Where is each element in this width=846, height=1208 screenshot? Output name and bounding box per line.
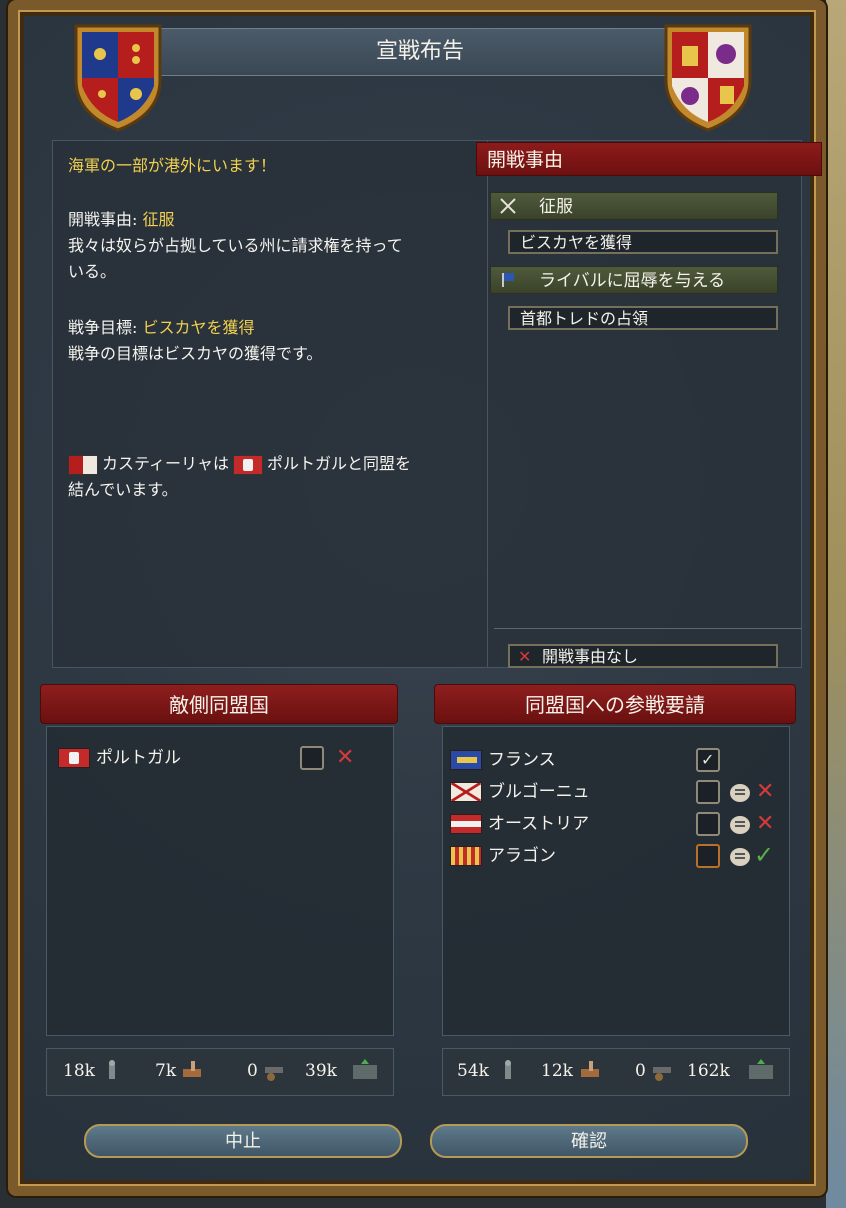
chat-icon bbox=[730, 848, 750, 866]
enemy-cavalry-count: 7k bbox=[155, 1061, 177, 1081]
cancel-button[interactable]: 中止 bbox=[84, 1124, 402, 1158]
ally-name-austria: オーストリア bbox=[488, 814, 590, 834]
burgundy-flag-icon bbox=[450, 782, 482, 802]
casus-belli-desc-2: いる。 bbox=[68, 262, 117, 281]
cb-conquest-ribbon[interactable]: 征服 bbox=[490, 192, 778, 220]
flag-icon bbox=[502, 273, 514, 287]
ally-row-aragon[interactable]: アラゴン ✓ bbox=[450, 842, 780, 870]
castile-coat-of-arms-icon bbox=[664, 24, 752, 132]
friendly-artillery-count: 0 bbox=[635, 1061, 646, 1081]
no-casus-belli-box[interactable]: ✕ 開戦事由なし bbox=[508, 644, 778, 668]
alliance-line-2: 結んでいます。 bbox=[68, 480, 178, 499]
ally-checkbox-burgundy[interactable] bbox=[696, 780, 720, 804]
ally-name-burgundy: ブルゴーニュ bbox=[488, 782, 590, 802]
call-allies-title: 同盟国への参戦要請 bbox=[434, 684, 796, 724]
enemy-army-stats: 18k 7k 0 39k bbox=[46, 1048, 394, 1096]
cb-humiliate-label: ライバルに屈辱を与える bbox=[539, 271, 726, 291]
cavalry-icon bbox=[183, 1061, 201, 1077]
army-total-icon bbox=[353, 1059, 377, 1079]
cb-humiliate-ribbon[interactable]: ライバルに屈辱を与える bbox=[490, 266, 778, 294]
enemy-allies-list bbox=[46, 726, 394, 1036]
friendly-infantry-count: 54k bbox=[457, 1061, 489, 1081]
x-icon: ✕ bbox=[756, 779, 775, 804]
enemy-infantry-count: 18k bbox=[63, 1061, 95, 1081]
portugal-flag-icon bbox=[58, 748, 90, 768]
cb-goal-toledo[interactable]: 首都トレドの占領 bbox=[508, 306, 778, 330]
x-icon: ✕ bbox=[336, 745, 355, 770]
no-cb-label: 開戦事由なし bbox=[542, 647, 639, 666]
enemy-allies-title: 敵側同盟国 bbox=[40, 684, 398, 724]
enemy-total-count: 39k bbox=[305, 1061, 337, 1081]
divider bbox=[494, 628, 802, 629]
no-cb-x-icon: ✕ bbox=[518, 647, 532, 666]
ally-row-austria[interactable]: オーストリア ✕ bbox=[450, 810, 780, 838]
cavalry-icon bbox=[581, 1061, 599, 1077]
war-goal-line: 戦争目標: ビスカヤを獲得 bbox=[68, 318, 255, 337]
enemy-ally-row[interactable]: ポルトガル ✕ bbox=[58, 744, 388, 772]
friendly-total-count: 162k bbox=[687, 1061, 730, 1081]
austria-flag-icon bbox=[450, 814, 482, 834]
ally-checkbox-france[interactable]: ✓ bbox=[696, 748, 720, 772]
castile-flag-icon bbox=[68, 454, 98, 475]
ally-name-france: フランス bbox=[488, 750, 556, 770]
friendly-army-stats: 54k 12k 0 162k bbox=[442, 1048, 790, 1096]
alliance-line-1: カスティーリャは ポルトガルと同盟を bbox=[68, 451, 411, 477]
casus-belli-desc-1: 我々は奴らが占拠している州に請求権を持って bbox=[68, 236, 403, 255]
enemy-ally-name: ポルトガル bbox=[96, 748, 181, 768]
ally-row-burgundy[interactable]: ブルゴーニュ ✕ bbox=[450, 778, 780, 806]
cb-goal-biscay[interactable]: ビスカヤを獲得 bbox=[508, 230, 778, 254]
navy-warning: 海軍の一部が港外にいます！ bbox=[68, 156, 277, 175]
chat-icon bbox=[730, 784, 750, 802]
enemy-artillery-count: 0 bbox=[247, 1061, 258, 1081]
artillery-icon bbox=[653, 1067, 671, 1081]
checkmark-icon: ✓ bbox=[754, 841, 775, 869]
infantry-icon bbox=[109, 1060, 115, 1079]
france-flag-icon bbox=[450, 750, 482, 770]
ally-checkbox-austria[interactable] bbox=[696, 812, 720, 836]
infantry-icon bbox=[505, 1060, 511, 1079]
casus-belli-header: 開戦事由 bbox=[476, 142, 822, 176]
aragon-flag-icon bbox=[450, 846, 482, 866]
window-title: 宣戦布告 bbox=[160, 28, 680, 76]
ally-name-aragon: アラゴン bbox=[488, 846, 556, 866]
friendly-cavalry-count: 12k bbox=[541, 1061, 573, 1081]
cb-conquest-label: 征服 bbox=[539, 197, 573, 217]
war-goal-desc: 戦争の目標はビスカヤの獲得です。 bbox=[68, 344, 323, 363]
chat-icon bbox=[730, 816, 750, 834]
ally-row-france[interactable]: フランス ✓ bbox=[450, 746, 780, 774]
ally-checkbox-aragon[interactable] bbox=[696, 844, 720, 868]
army-total-icon bbox=[749, 1059, 773, 1079]
artillery-icon bbox=[265, 1067, 283, 1081]
crossed-swords-icon bbox=[500, 198, 516, 214]
confirm-button[interactable]: 確認 bbox=[430, 1124, 748, 1158]
enemy-ally-checkbox[interactable] bbox=[300, 746, 324, 770]
england-coat-of-arms-icon bbox=[74, 24, 162, 132]
map-edge bbox=[826, 0, 846, 1208]
casus-belli-line: 開戦事由: 征服 bbox=[68, 210, 175, 229]
portugal-flag-icon bbox=[233, 454, 264, 475]
x-icon: ✕ bbox=[756, 811, 775, 836]
